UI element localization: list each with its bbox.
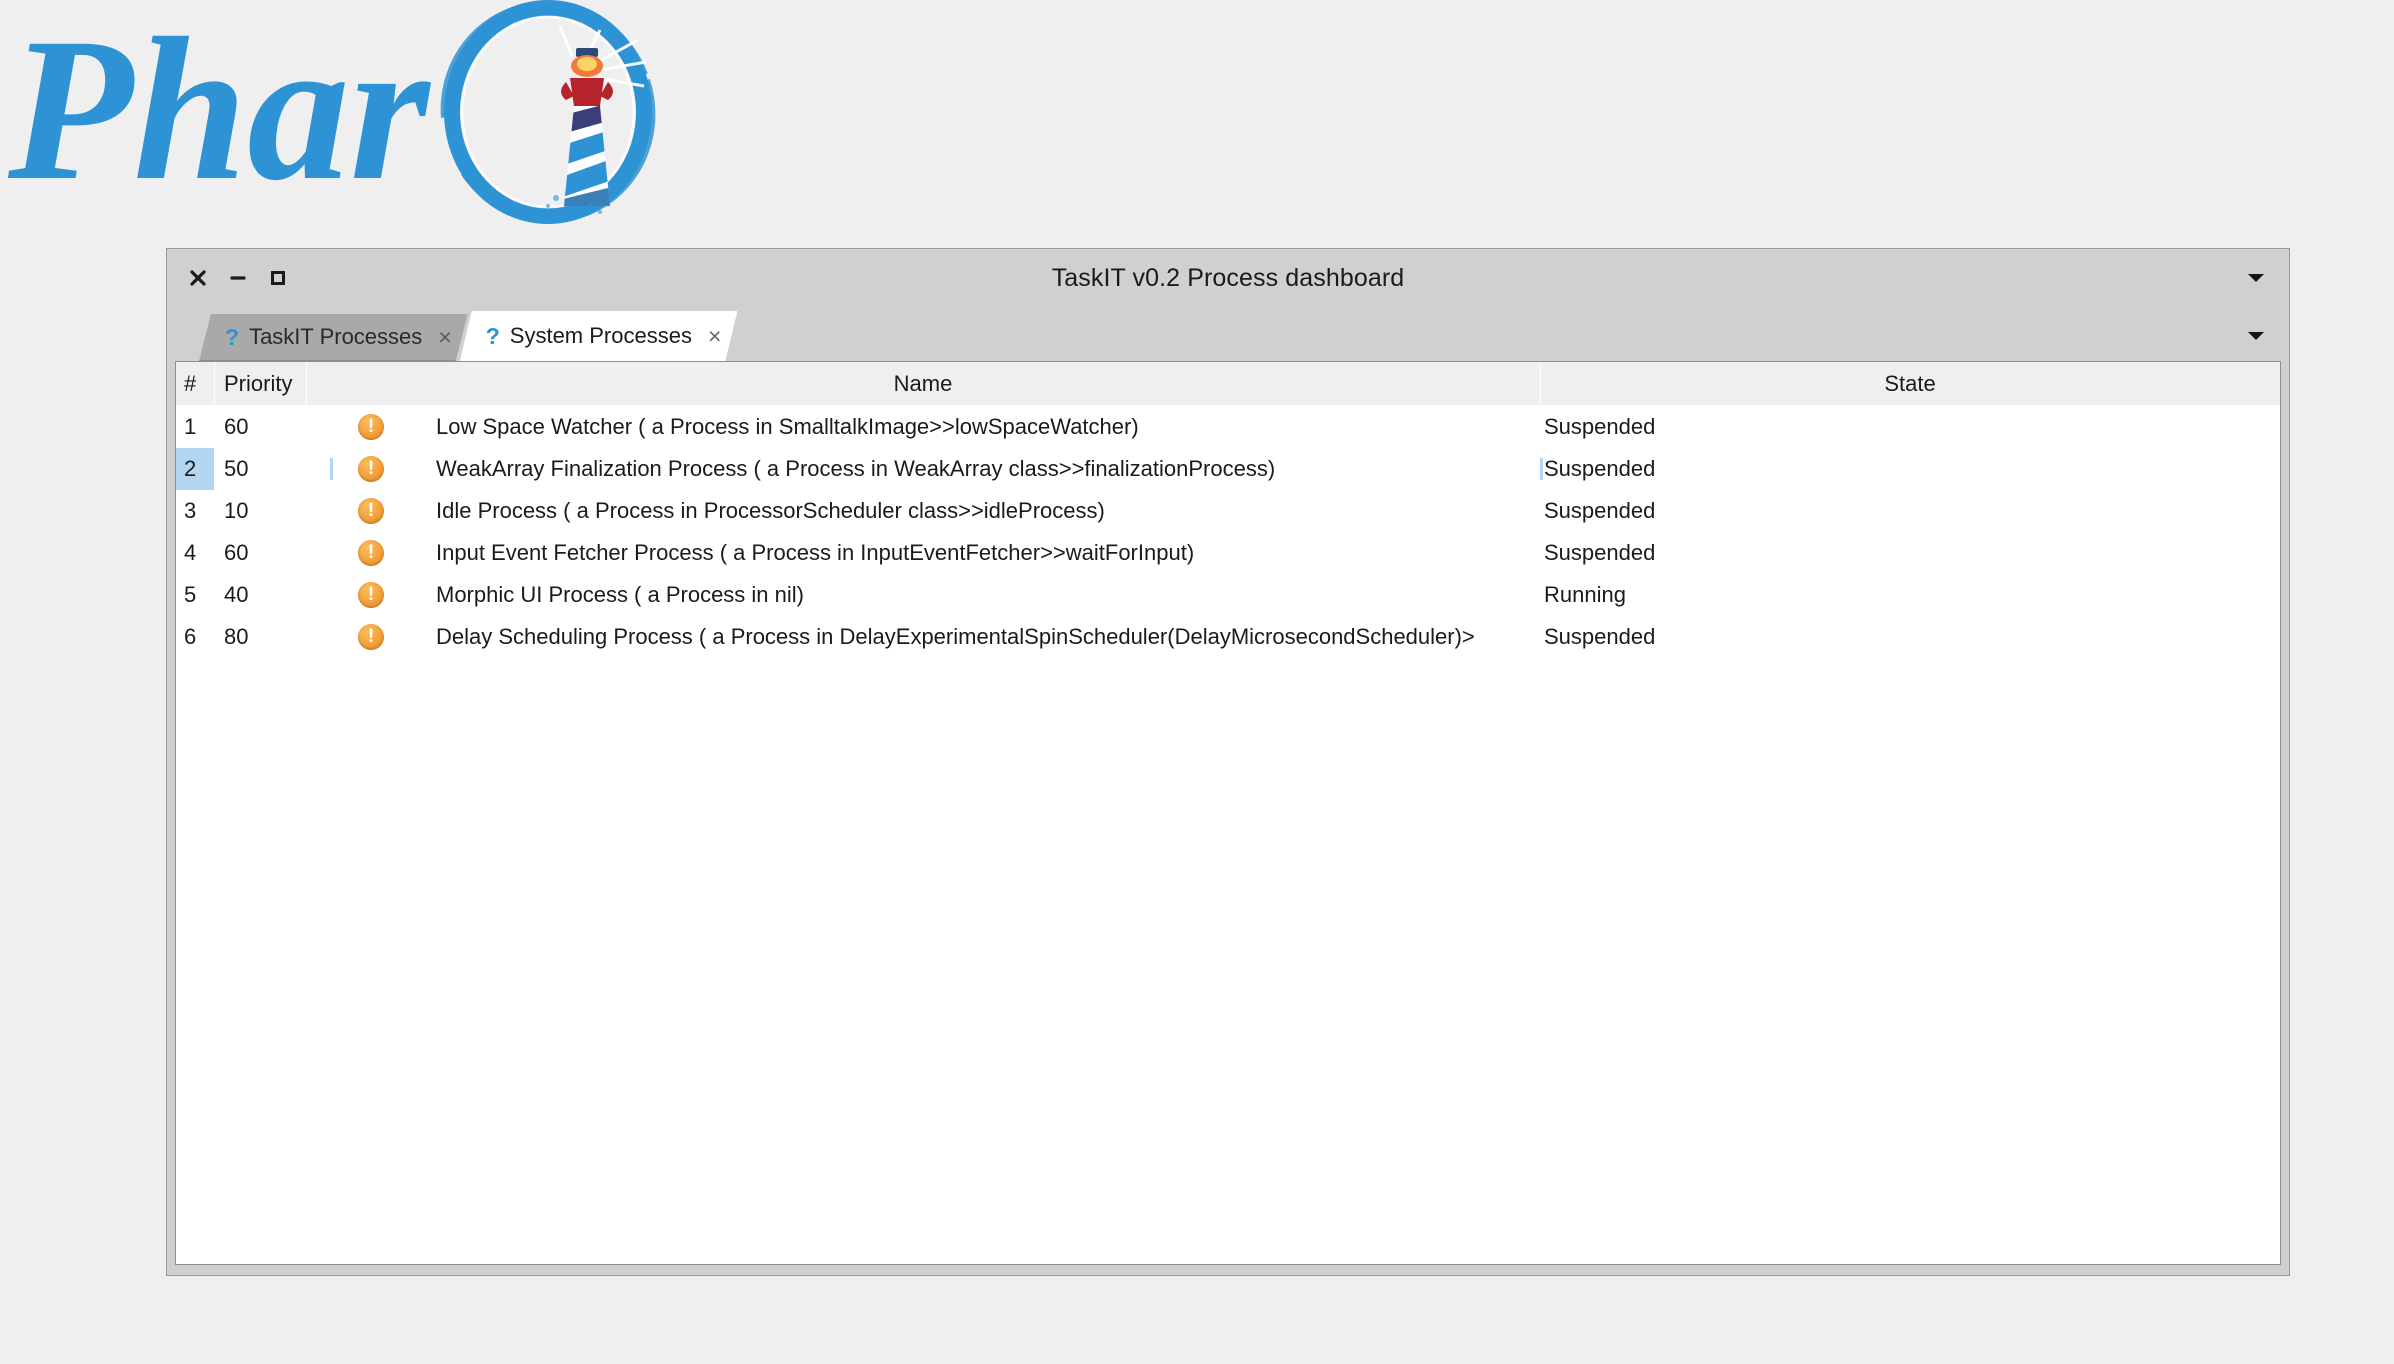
table-row[interactable]: 1 60! Low Space Watcher ( a Process in Sma… xyxy=(176,406,2280,448)
row-priority: 50 xyxy=(224,456,249,481)
row-priority: 80 xyxy=(224,624,249,649)
row-process-name: Input Event Fetcher Process ( a Process … xyxy=(436,540,1195,565)
warning-icon[interactable]: ! xyxy=(358,582,384,608)
row-number: 6 xyxy=(184,624,197,649)
pharo-logo: Phar xyxy=(0,0,720,225)
row-process-name: Delay Scheduling Process ( a Process in … xyxy=(436,624,1475,649)
row-number: 4 xyxy=(184,540,197,565)
row-status-cell: ! xyxy=(306,540,436,566)
exclamation-glyph: ! xyxy=(367,541,375,563)
exclamation-glyph: ! xyxy=(367,625,375,647)
row-priority: 10 xyxy=(224,498,249,523)
row-priority: 60 xyxy=(224,540,249,565)
row-state: Suspended xyxy=(1544,540,1656,565)
tab-strip: ? TaskIT Processes × ? System Processes … xyxy=(167,307,2289,361)
row-status-cell: ! xyxy=(306,456,436,482)
row-process-name: Low Space Watcher ( a Process in Smallta… xyxy=(436,414,1139,439)
warning-icon[interactable]: ! xyxy=(358,498,384,524)
tab-close-icon[interactable]: × xyxy=(708,323,721,350)
row-priority: 40 xyxy=(224,582,249,607)
row-status-cell: ! xyxy=(306,414,436,440)
window-titlebar: TaskIT v0.2 Process dashboard xyxy=(167,249,2289,307)
column-header-number[interactable]: # xyxy=(176,362,214,405)
row-number: 5 xyxy=(184,582,197,607)
tabstrip-menu-chevron-down-icon[interactable] xyxy=(2245,325,2267,347)
row-process-name: Idle Process ( a Process in ProcessorSch… xyxy=(436,498,1105,523)
tab-system-processes[interactable]: ? System Processes × xyxy=(460,311,738,361)
table-row[interactable]: 2 50! WeakArray Finalization Process ( a P… xyxy=(176,448,2280,490)
row-state: Running xyxy=(1544,582,1626,607)
table-row[interactable]: 4 60! Input Event Fetcher Process ( a Proc… xyxy=(176,532,2280,574)
exclamation-glyph: ! xyxy=(367,457,375,479)
row-priority: 60 xyxy=(224,414,249,439)
tab-close-icon[interactable]: × xyxy=(438,324,451,351)
tab-label: TaskIT Processes xyxy=(249,324,423,349)
tab-taskit-processes[interactable]: ? TaskIT Processes × xyxy=(199,314,468,361)
titlebar-menu-chevron-down-icon[interactable] xyxy=(2245,267,2267,289)
warning-icon[interactable]: ! xyxy=(358,540,384,566)
window-title: TaskIT v0.2 Process dashboard xyxy=(1051,264,1405,292)
help-icon: ? xyxy=(225,323,240,350)
row-status-cell: ! xyxy=(306,582,436,608)
warning-icon[interactable]: ! xyxy=(358,414,384,440)
row-status-cell: ! xyxy=(306,624,436,650)
row-number: 2 xyxy=(176,448,214,490)
row-process-name: Morphic UI Process ( a Process in nil) xyxy=(436,582,804,607)
process-dashboard-window: TaskIT v0.2 Process dashboard ? TaskIT P… xyxy=(166,248,2290,1276)
column-header-name[interactable]: Name xyxy=(306,362,1540,405)
tab-label: System Processes xyxy=(509,323,692,348)
exclamation-glyph: ! xyxy=(367,583,375,605)
help-icon: ? xyxy=(485,322,500,349)
exclamation-glyph: ! xyxy=(367,499,375,521)
column-header-priority[interactable]: Priority xyxy=(214,362,306,405)
table-body: 1 60! Low Space Watcher ( a Process in Sma… xyxy=(176,406,2280,1264)
row-state: Suspended xyxy=(1544,624,1656,649)
row-number: 3 xyxy=(184,498,197,523)
warning-icon[interactable]: ! xyxy=(358,456,384,482)
lighthouse-icon xyxy=(546,48,613,215)
pharo-brush-ring xyxy=(440,0,656,224)
row-number: 1 xyxy=(184,414,197,439)
table-row[interactable]: 5 40! Morphic UI Process ( a Process in ni… xyxy=(176,574,2280,616)
table-row[interactable]: 6 80! Delay Scheduling Process ( a Process… xyxy=(176,616,2280,658)
process-table-pane: # Priority Name State 1 60! Low Space Watc… xyxy=(175,361,2281,1265)
row-state: Suspended xyxy=(1544,498,1656,523)
table-header-row: # Priority Name State xyxy=(176,362,2280,406)
table-row[interactable]: 3 10! Idle Process ( a Process in Processo… xyxy=(176,490,2280,532)
column-header-state[interactable]: State xyxy=(1540,362,2280,405)
pharo-logo-svg: Phar xyxy=(7,0,656,224)
row-status-cell: ! xyxy=(306,498,436,524)
row-process-name: WeakArray Finalization Process ( a Proce… xyxy=(436,456,1276,481)
warning-icon[interactable]: ! xyxy=(358,624,384,650)
pharo-wordmark: Phar xyxy=(7,0,432,223)
row-state: Suspended xyxy=(1540,456,2280,482)
exclamation-glyph: ! xyxy=(367,415,375,437)
row-state: Suspended xyxy=(1544,414,1656,439)
